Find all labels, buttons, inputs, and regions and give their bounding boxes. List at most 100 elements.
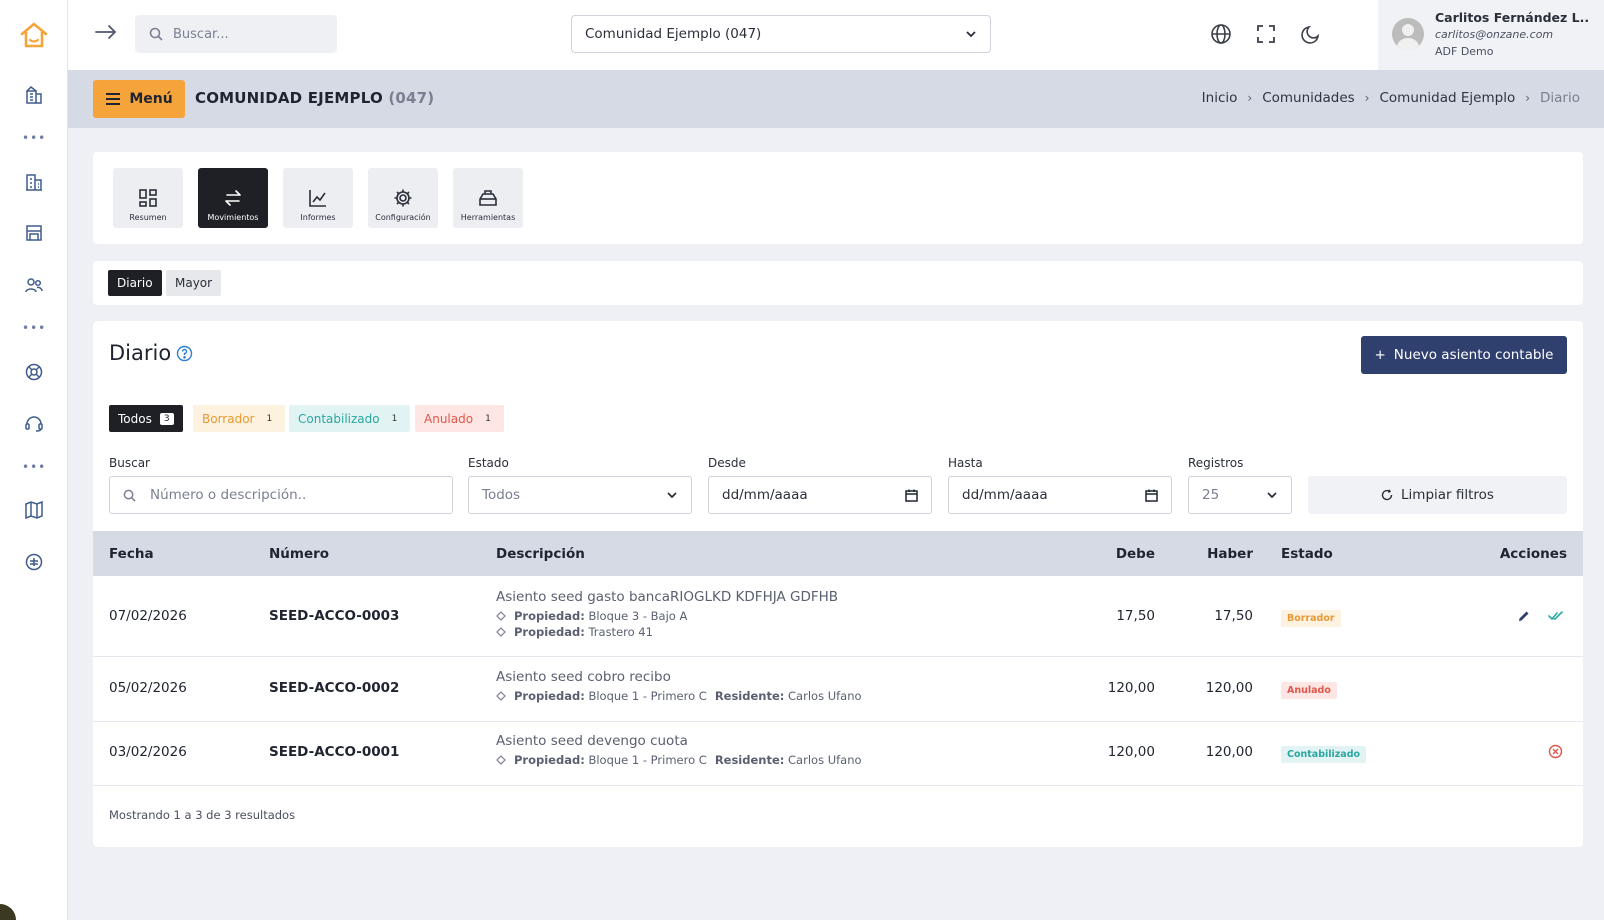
row-descripcion: Asiento seed devengo cuota Propiedad: Bl… [496, 733, 862, 767]
row-meta: Propiedad: Bloque 3 - Bajo A [496, 609, 838, 623]
col-debe[interactable]: Debe [1116, 546, 1155, 562]
row-fecha: 03/02/2026 [109, 744, 187, 760]
new-entry-button[interactable]: + Nuevo asiento contable [1361, 336, 1567, 374]
store-icon[interactable] [22, 221, 46, 245]
module-movimientos[interactable]: Movimientos [198, 168, 268, 228]
toolbox-icon [478, 188, 498, 208]
chevron-down-icon [1266, 491, 1278, 499]
menu-button-label: Menú [129, 91, 173, 107]
menu-button[interactable]: Menú [93, 80, 185, 118]
map-icon[interactable] [22, 498, 46, 522]
module-configuracion[interactable]: Configuración [368, 168, 438, 228]
row-numero[interactable]: SEED-ACCO-0002 [269, 680, 399, 696]
hasta-value: dd/mm/aaaa [962, 487, 1048, 503]
table-row[interactable]: 03/02/2026 SEED-ACCO-0001 Asiento seed d… [93, 722, 1583, 786]
meta-value: Bloque 1 - Primero C [588, 753, 707, 767]
meta-value: Carlos Ufano [788, 753, 862, 767]
breadcrumb-comunidad[interactable]: Comunidad Ejemplo [1379, 90, 1515, 106]
pencil-icon[interactable] [1517, 609, 1531, 623]
row-haber: 120,00 [1205, 680, 1253, 696]
estado-value: Todos [482, 487, 521, 503]
moon-icon[interactable] [1300, 23, 1322, 45]
col-descripcion[interactable]: Descripción [496, 546, 585, 562]
transfer-arrows-icon [223, 188, 243, 208]
line-chart-icon [308, 188, 328, 208]
tab-diario[interactable]: Diario [108, 270, 162, 296]
corner-decoration [0, 904, 16, 920]
chevron-right-icon: › [1364, 91, 1370, 105]
meta-label: Propiedad: [514, 609, 585, 623]
users-icon[interactable] [22, 273, 46, 297]
page-title: COMUNIDAD EJEMPLO (047) [195, 89, 434, 107]
filter-pill-borrador[interactable]: Borrador 1 [193, 405, 286, 432]
estado-select[interactable]: Todos [468, 476, 692, 514]
meta-label: Propiedad: [514, 753, 585, 767]
calendar-icon[interactable] [905, 489, 918, 502]
col-haber[interactable]: Haber [1207, 546, 1253, 562]
refresh-icon [1381, 489, 1393, 501]
search-icon [123, 489, 136, 502]
hasta-date-input[interactable]: dd/mm/aaaa [948, 476, 1172, 514]
desde-date-input[interactable]: dd/mm/aaaa [708, 476, 932, 514]
help-icon[interactable] [176, 345, 193, 362]
diamond-icon [496, 611, 506, 621]
pill-count: 3 [159, 412, 174, 425]
cancel-circle-icon[interactable] [1548, 744, 1563, 759]
diamond-icon [496, 691, 506, 701]
breadcrumb-comunidades[interactable]: Comunidades [1262, 90, 1354, 106]
new-entry-button-label: Nuevo asiento contable [1393, 347, 1554, 363]
community-select[interactable]: Comunidad Ejemplo (047) [571, 15, 991, 53]
registros-label: Registros [1188, 456, 1244, 470]
breadcrumb-inicio[interactable]: Inicio [1202, 90, 1238, 106]
arrow-right-icon[interactable] [94, 22, 118, 42]
community-select-value: Comunidad Ejemplo (047) [585, 26, 762, 42]
page-title-code: (047) [388, 89, 435, 107]
table-row[interactable]: 07/02/2026 SEED-ACCO-0003 Asiento seed g… [93, 576, 1583, 657]
filter-pill-contabilizado[interactable]: Contabilizado 1 [289, 405, 411, 432]
row-meta: Propiedad: Trastero 41 [496, 625, 838, 639]
globe-icon[interactable] [1210, 23, 1232, 45]
row-fecha: 05/02/2026 [109, 680, 187, 696]
headset-icon[interactable] [22, 411, 46, 435]
home-logo-icon[interactable] [19, 21, 49, 49]
diamond-icon [496, 755, 506, 765]
pill-count: 1 [266, 413, 273, 424]
user-menu[interactable]: Carlitos Fernández L.. carlitos@onzane.c… [1378, 0, 1604, 70]
row-debe: 120,00 [1107, 680, 1155, 696]
module-resumen[interactable]: Resumen [113, 168, 183, 228]
top-search-input[interactable]: Buscar... [135, 15, 337, 53]
filter-pill-anulado[interactable]: Anulado 1 [415, 405, 504, 432]
module-configuracion-label: Configuración [375, 213, 431, 222]
row-numero[interactable]: SEED-ACCO-0003 [269, 608, 399, 624]
coin-icon[interactable] [22, 550, 46, 574]
tab-mayor[interactable]: Mayor [166, 270, 222, 296]
table-row[interactable]: 05/02/2026 SEED-ACCO-0002 Asiento seed c… [93, 657, 1583, 722]
pill-label: Todos [118, 411, 152, 426]
lifebuoy-icon[interactable] [22, 360, 46, 384]
meta-value: Carlos Ufano [788, 689, 862, 703]
chevron-down-icon [965, 30, 977, 38]
plus-icon: + [1374, 347, 1386, 363]
filter-pill-todos[interactable]: Todos 3 [109, 405, 183, 432]
breadcrumb: Inicio › Comunidades › Comunidad Ejemplo… [1202, 90, 1580, 106]
col-estado[interactable]: Estado [1281, 546, 1333, 562]
module-herramientas[interactable]: Herramientas [453, 168, 523, 228]
col-fecha[interactable]: Fecha [109, 546, 154, 562]
left-rail: ••• ••• ••• [0, 0, 68, 920]
col-numero[interactable]: Número [269, 546, 329, 562]
clear-filters-button[interactable]: Limpiar filtros [1308, 476, 1567, 514]
row-numero[interactable]: SEED-ACCO-0001 [269, 744, 399, 760]
building-icon[interactable] [22, 170, 46, 194]
chevron-right-icon: › [1247, 91, 1253, 105]
double-check-icon[interactable] [1548, 609, 1564, 623]
search-input[interactable]: Número o descripción.. [109, 476, 453, 514]
module-informes[interactable]: Informes [283, 168, 353, 228]
fullscreen-icon[interactable] [1255, 23, 1277, 45]
calendar-icon[interactable] [1145, 489, 1158, 502]
row-fecha: 07/02/2026 [109, 608, 187, 624]
registros-select[interactable]: 25 [1188, 476, 1292, 514]
row-haber: 17,50 [1214, 608, 1253, 624]
hasta-label: Hasta [948, 456, 983, 470]
top-search-placeholder: Buscar... [173, 26, 229, 42]
buildings-icon[interactable] [22, 83, 46, 107]
